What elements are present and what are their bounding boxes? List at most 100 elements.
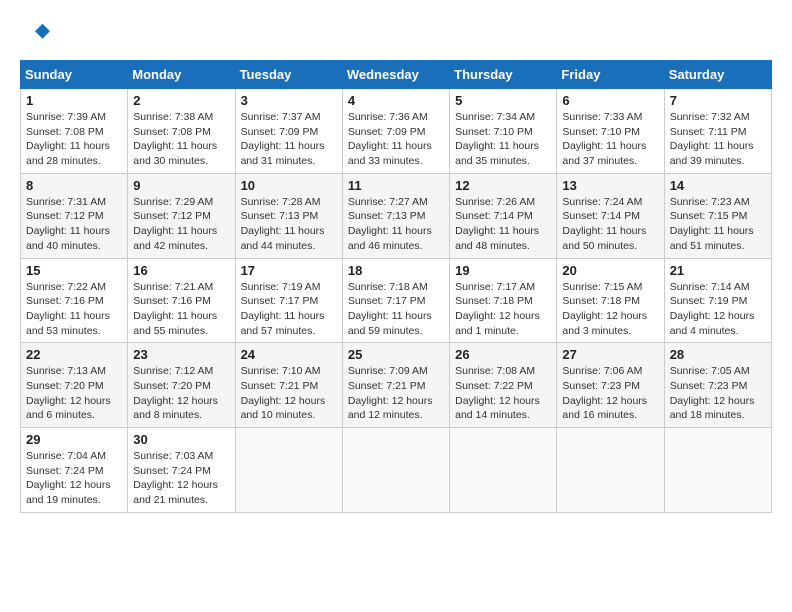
day-number: 10 [241,178,337,193]
calendar-day-cell: 25 Sunrise: 7:09 AMSunset: 7:21 PMDaylig… [342,343,449,428]
day-number: 22 [26,347,122,362]
day-detail: Sunrise: 7:34 AMSunset: 7:10 PMDaylight:… [455,111,539,167]
calendar-header: SundayMondayTuesdayWednesdayThursdayFrid… [21,61,772,89]
calendar-day-cell: 16 Sunrise: 7:21 AMSunset: 7:16 PMDaylig… [128,258,235,343]
calendar-day-cell: 17 Sunrise: 7:19 AMSunset: 7:17 PMDaylig… [235,258,342,343]
day-detail: Sunrise: 7:38 AMSunset: 7:08 PMDaylight:… [133,111,217,167]
day-detail: Sunrise: 7:23 AMSunset: 7:15 PMDaylight:… [670,196,754,252]
day-detail: Sunrise: 7:17 AMSunset: 7:18 PMDaylight:… [455,281,540,337]
day-number: 24 [241,347,337,362]
calendar-week-row: 29 Sunrise: 7:04 AMSunset: 7:24 PMDaylig… [21,428,772,513]
day-detail: Sunrise: 7:36 AMSunset: 7:09 PMDaylight:… [348,111,432,167]
calendar-day-cell: 5 Sunrise: 7:34 AMSunset: 7:10 PMDayligh… [450,89,557,174]
day-detail: Sunrise: 7:21 AMSunset: 7:16 PMDaylight:… [133,281,217,337]
calendar-day-cell: 26 Sunrise: 7:08 AMSunset: 7:22 PMDaylig… [450,343,557,428]
day-detail: Sunrise: 7:10 AMSunset: 7:21 PMDaylight:… [241,365,326,421]
calendar-week-row: 8 Sunrise: 7:31 AMSunset: 7:12 PMDayligh… [21,173,772,258]
calendar-day-cell: 9 Sunrise: 7:29 AMSunset: 7:12 PMDayligh… [128,173,235,258]
day-detail: Sunrise: 7:14 AMSunset: 7:19 PMDaylight:… [670,281,755,337]
day-number: 18 [348,263,444,278]
calendar-day-cell [557,428,664,513]
day-number: 5 [455,93,551,108]
day-detail: Sunrise: 7:39 AMSunset: 7:08 PMDaylight:… [26,111,110,167]
day-detail: Sunrise: 7:03 AMSunset: 7:24 PMDaylight:… [133,450,218,506]
day-detail: Sunrise: 7:22 AMSunset: 7:16 PMDaylight:… [26,281,110,337]
day-detail: Sunrise: 7:19 AMSunset: 7:17 PMDaylight:… [241,281,325,337]
weekday-header-monday: Monday [128,61,235,89]
calendar-day-cell: 8 Sunrise: 7:31 AMSunset: 7:12 PMDayligh… [21,173,128,258]
calendar-day-cell: 11 Sunrise: 7:27 AMSunset: 7:13 PMDaylig… [342,173,449,258]
weekday-header-thursday: Thursday [450,61,557,89]
calendar-day-cell [664,428,771,513]
day-detail: Sunrise: 7:05 AMSunset: 7:23 PMDaylight:… [670,365,755,421]
day-number: 25 [348,347,444,362]
calendar-body: 1 Sunrise: 7:39 AMSunset: 7:08 PMDayligh… [21,89,772,513]
day-number: 28 [670,347,766,362]
calendar-week-row: 15 Sunrise: 7:22 AMSunset: 7:16 PMDaylig… [21,258,772,343]
calendar-day-cell: 1 Sunrise: 7:39 AMSunset: 7:08 PMDayligh… [21,89,128,174]
day-detail: Sunrise: 7:31 AMSunset: 7:12 PMDaylight:… [26,196,110,252]
day-number: 23 [133,347,229,362]
calendar-day-cell: 3 Sunrise: 7:37 AMSunset: 7:09 PMDayligh… [235,89,342,174]
calendar-day-cell: 12 Sunrise: 7:26 AMSunset: 7:14 PMDaylig… [450,173,557,258]
calendar-table: SundayMondayTuesdayWednesdayThursdayFrid… [20,60,772,513]
day-number: 9 [133,178,229,193]
day-detail: Sunrise: 7:29 AMSunset: 7:12 PMDaylight:… [133,196,217,252]
calendar-day-cell: 10 Sunrise: 7:28 AMSunset: 7:13 PMDaylig… [235,173,342,258]
day-number: 2 [133,93,229,108]
day-number: 6 [562,93,658,108]
calendar-day-cell: 20 Sunrise: 7:15 AMSunset: 7:18 PMDaylig… [557,258,664,343]
weekday-header-tuesday: Tuesday [235,61,342,89]
day-detail: Sunrise: 7:13 AMSunset: 7:20 PMDaylight:… [26,365,111,421]
day-number: 29 [26,432,122,447]
calendar-day-cell: 24 Sunrise: 7:10 AMSunset: 7:21 PMDaylig… [235,343,342,428]
day-number: 26 [455,347,551,362]
calendar-day-cell: 4 Sunrise: 7:36 AMSunset: 7:09 PMDayligh… [342,89,449,174]
calendar-day-cell: 23 Sunrise: 7:12 AMSunset: 7:20 PMDaylig… [128,343,235,428]
calendar-day-cell: 19 Sunrise: 7:17 AMSunset: 7:18 PMDaylig… [450,258,557,343]
day-detail: Sunrise: 7:28 AMSunset: 7:13 PMDaylight:… [241,196,325,252]
day-detail: Sunrise: 7:15 AMSunset: 7:18 PMDaylight:… [562,281,647,337]
calendar-day-cell: 18 Sunrise: 7:18 AMSunset: 7:17 PMDaylig… [342,258,449,343]
weekday-header-row: SundayMondayTuesdayWednesdayThursdayFrid… [21,61,772,89]
day-detail: Sunrise: 7:06 AMSunset: 7:23 PMDaylight:… [562,365,647,421]
calendar-day-cell: 27 Sunrise: 7:06 AMSunset: 7:23 PMDaylig… [557,343,664,428]
day-number: 12 [455,178,551,193]
day-detail: Sunrise: 7:33 AMSunset: 7:10 PMDaylight:… [562,111,646,167]
calendar-day-cell: 14 Sunrise: 7:23 AMSunset: 7:15 PMDaylig… [664,173,771,258]
day-detail: Sunrise: 7:04 AMSunset: 7:24 PMDaylight:… [26,450,111,506]
day-number: 14 [670,178,766,193]
day-detail: Sunrise: 7:12 AMSunset: 7:20 PMDaylight:… [133,365,218,421]
calendar-day-cell: 30 Sunrise: 7:03 AMSunset: 7:24 PMDaylig… [128,428,235,513]
day-number: 19 [455,263,551,278]
day-number: 30 [133,432,229,447]
day-number: 20 [562,263,658,278]
day-number: 7 [670,93,766,108]
day-detail: Sunrise: 7:24 AMSunset: 7:14 PMDaylight:… [562,196,646,252]
calendar-day-cell: 22 Sunrise: 7:13 AMSunset: 7:20 PMDaylig… [21,343,128,428]
day-number: 21 [670,263,766,278]
day-detail: Sunrise: 7:26 AMSunset: 7:14 PMDaylight:… [455,196,539,252]
calendar-day-cell [235,428,342,513]
day-detail: Sunrise: 7:09 AMSunset: 7:21 PMDaylight:… [348,365,433,421]
calendar-day-cell [342,428,449,513]
page-header [20,20,772,50]
day-detail: Sunrise: 7:37 AMSunset: 7:09 PMDaylight:… [241,111,325,167]
calendar-week-row: 22 Sunrise: 7:13 AMSunset: 7:20 PMDaylig… [21,343,772,428]
day-number: 27 [562,347,658,362]
calendar-day-cell: 28 Sunrise: 7:05 AMSunset: 7:23 PMDaylig… [664,343,771,428]
day-detail: Sunrise: 7:27 AMSunset: 7:13 PMDaylight:… [348,196,432,252]
day-number: 1 [26,93,122,108]
day-number: 4 [348,93,444,108]
day-number: 16 [133,263,229,278]
weekday-header-saturday: Saturday [664,61,771,89]
day-number: 13 [562,178,658,193]
calendar-day-cell: 7 Sunrise: 7:32 AMSunset: 7:11 PMDayligh… [664,89,771,174]
weekday-header-sunday: Sunday [21,61,128,89]
day-detail: Sunrise: 7:18 AMSunset: 7:17 PMDaylight:… [348,281,432,337]
calendar-day-cell: 21 Sunrise: 7:14 AMSunset: 7:19 PMDaylig… [664,258,771,343]
day-number: 11 [348,178,444,193]
calendar-day-cell: 13 Sunrise: 7:24 AMSunset: 7:14 PMDaylig… [557,173,664,258]
calendar-day-cell: 15 Sunrise: 7:22 AMSunset: 7:16 PMDaylig… [21,258,128,343]
day-detail: Sunrise: 7:32 AMSunset: 7:11 PMDaylight:… [670,111,754,167]
